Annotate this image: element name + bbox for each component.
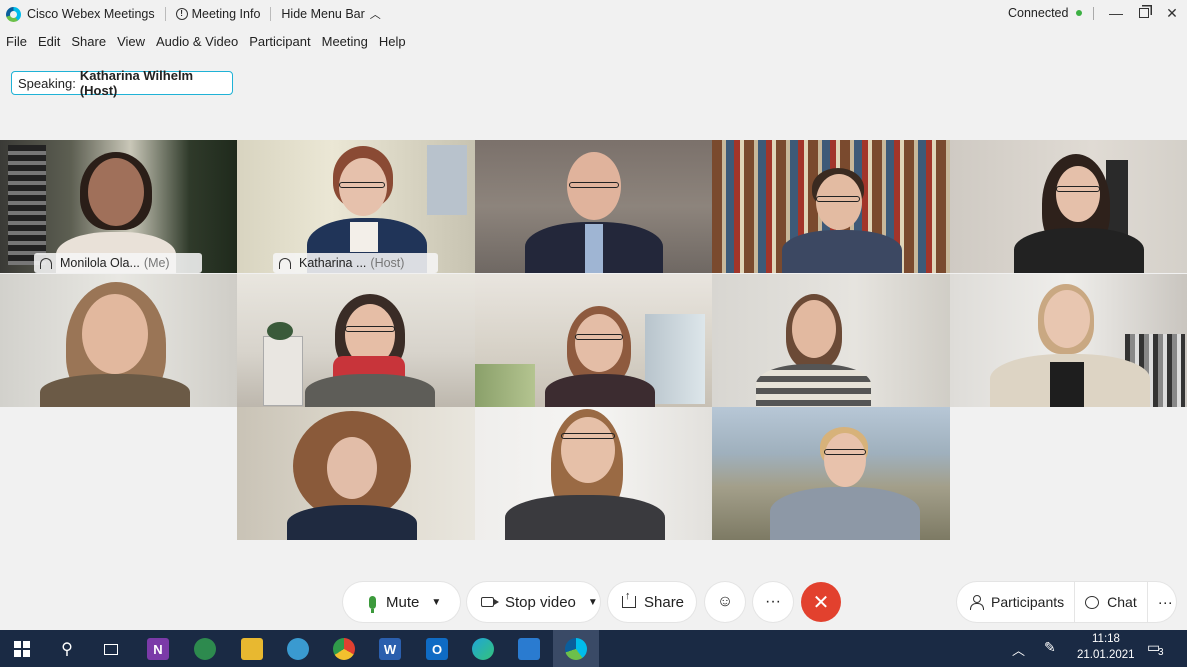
participant-nameplate-host: Katharina ... (Host) xyxy=(273,253,438,273)
participant-tag: (Host) xyxy=(370,256,405,270)
video-tile-5[interactable] xyxy=(950,140,1187,273)
more-options-button[interactable]: ··· xyxy=(753,582,793,622)
minimize-button[interactable]: — xyxy=(1106,3,1126,23)
reactions-button[interactable]: ☺ xyxy=(705,582,745,622)
browser-globe-icon[interactable] xyxy=(194,638,216,660)
participant-name: Katharina ... xyxy=(299,256,367,270)
smiley-icon: ☺ xyxy=(716,593,734,610)
speaker-name: Katharina Wilhelm (Host) xyxy=(79,68,194,98)
menu-help[interactable]: Help xyxy=(379,34,406,49)
video-tile-8[interactable] xyxy=(475,274,712,407)
video-tile-12[interactable] xyxy=(475,407,712,540)
more-icon: ··· xyxy=(765,593,781,610)
chevron-down-icon[interactable]: ▼ xyxy=(588,597,598,608)
headset-icon xyxy=(40,257,52,269)
video-tile-4[interactable] xyxy=(712,140,950,273)
participants-button[interactable]: Participants xyxy=(969,594,1064,610)
notifications-count: 3 xyxy=(1158,647,1164,658)
chevron-up-icon[interactable]: ︿ xyxy=(1012,640,1025,659)
clock-time[interactable]: 11:18 xyxy=(1092,633,1120,645)
pen-icon[interactable]: ✎ xyxy=(1044,639,1056,656)
person-icon xyxy=(969,595,984,610)
participants-label: Participants xyxy=(991,594,1065,610)
restore-button[interactable] xyxy=(1134,3,1154,23)
participant-tag: (Me) xyxy=(143,256,170,270)
webex-meetings-icon[interactable] xyxy=(565,638,587,660)
share-icon xyxy=(622,590,636,608)
microphone-icon xyxy=(369,595,376,613)
menu-meeting[interactable]: Meeting xyxy=(322,34,368,49)
connection-status-label: Connected xyxy=(1008,6,1069,20)
photos-icon[interactable] xyxy=(518,638,540,660)
menu-view[interactable]: View xyxy=(117,34,145,49)
mute-button[interactable]: Mute ▼ xyxy=(343,582,460,622)
hide-menu-bar-label: Hide Menu Bar xyxy=(281,7,365,21)
connected-dot-icon xyxy=(1076,10,1083,16)
outlook-icon[interactable]: O xyxy=(426,638,448,660)
mute-label: Mute xyxy=(386,593,420,611)
info-icon: ! xyxy=(175,8,188,20)
more-panels-button[interactable]: ··· xyxy=(1158,594,1173,611)
menu-edit[interactable]: Edit xyxy=(38,34,60,49)
windows-start-icon[interactable] xyxy=(11,638,33,660)
divider xyxy=(1093,7,1094,20)
camera-icon xyxy=(481,597,499,607)
webex-taskbar-icon[interactable] xyxy=(287,638,309,660)
stop-video-label: Stop video xyxy=(505,593,576,611)
divider xyxy=(270,7,272,21)
meeting-info-label: Meeting Info xyxy=(191,7,261,21)
chat-label: Chat xyxy=(1107,594,1137,610)
restore-icon xyxy=(1139,8,1149,18)
menu-share[interactable]: Share xyxy=(71,34,106,49)
video-tile-11[interactable] xyxy=(237,407,475,540)
share-label: Share xyxy=(644,593,685,611)
connection-status: Connected xyxy=(1008,6,1083,20)
video-tile-3[interactable] xyxy=(475,140,712,273)
video-tile-7[interactable] xyxy=(237,274,475,407)
divider xyxy=(1074,582,1076,622)
participant-name: Monilola Ola... xyxy=(60,256,140,270)
chat-icon xyxy=(1085,595,1100,609)
webex-logo-icon xyxy=(6,6,21,22)
video-tile-13[interactable] xyxy=(712,407,950,540)
menu-bar: File Edit Share View Audio & Video Parti… xyxy=(6,34,417,49)
word-icon[interactable]: W xyxy=(379,638,401,660)
chevron-down-icon[interactable]: ▼ xyxy=(431,597,441,608)
active-speaker-indicator: Speaking: Katharina Wilhelm (Host) xyxy=(11,68,233,98)
divider xyxy=(1146,582,1148,622)
speaking-label: Speaking: xyxy=(18,75,76,91)
meeting-info-button[interactable]: ! Meeting Info xyxy=(175,7,261,21)
search-icon[interactable]: ⚲ xyxy=(56,638,78,660)
file-explorer-icon[interactable] xyxy=(241,638,263,660)
onenote-icon[interactable]: N xyxy=(147,638,169,660)
panel-controls: Participants Chat ··· xyxy=(957,582,1176,622)
chevron-up-icon: ︿ xyxy=(369,9,381,21)
end-meeting-button[interactable]: ✕ xyxy=(801,582,841,622)
video-tile-6[interactable] xyxy=(0,274,237,407)
clock-date[interactable]: 21.01.2021 xyxy=(1077,649,1135,661)
headset-icon xyxy=(279,257,291,269)
task-view-icon[interactable] xyxy=(100,638,122,660)
stop-video-button[interactable]: Stop video ▼ xyxy=(467,582,600,622)
menu-participant[interactable]: Participant xyxy=(249,34,310,49)
app-title: Cisco Webex Meetings xyxy=(6,6,155,22)
windows-taskbar: ⚲ N W O ︿ ✎ 11:18 21.01.2021 ▭ 3 xyxy=(0,630,1187,667)
chrome-icon[interactable] xyxy=(333,638,355,660)
participant-nameplate-self: Monilola Ola... (Me) xyxy=(34,253,202,273)
edge-icon[interactable] xyxy=(472,638,494,660)
video-tile-9[interactable] xyxy=(712,274,950,407)
share-button[interactable]: Share xyxy=(608,582,696,622)
close-button[interactable]: ✕ xyxy=(1162,3,1182,23)
app-name: Cisco Webex Meetings xyxy=(27,7,155,21)
hide-menu-bar-button[interactable]: Hide Menu Bar ︿ xyxy=(281,6,380,22)
chat-button[interactable]: Chat xyxy=(1085,594,1137,610)
close-icon: ✕ xyxy=(812,591,830,614)
menu-file[interactable]: File xyxy=(6,34,27,49)
video-tile-10[interactable] xyxy=(950,274,1187,407)
menu-audio-video[interactable]: Audio & Video xyxy=(156,34,238,49)
divider xyxy=(164,7,166,21)
